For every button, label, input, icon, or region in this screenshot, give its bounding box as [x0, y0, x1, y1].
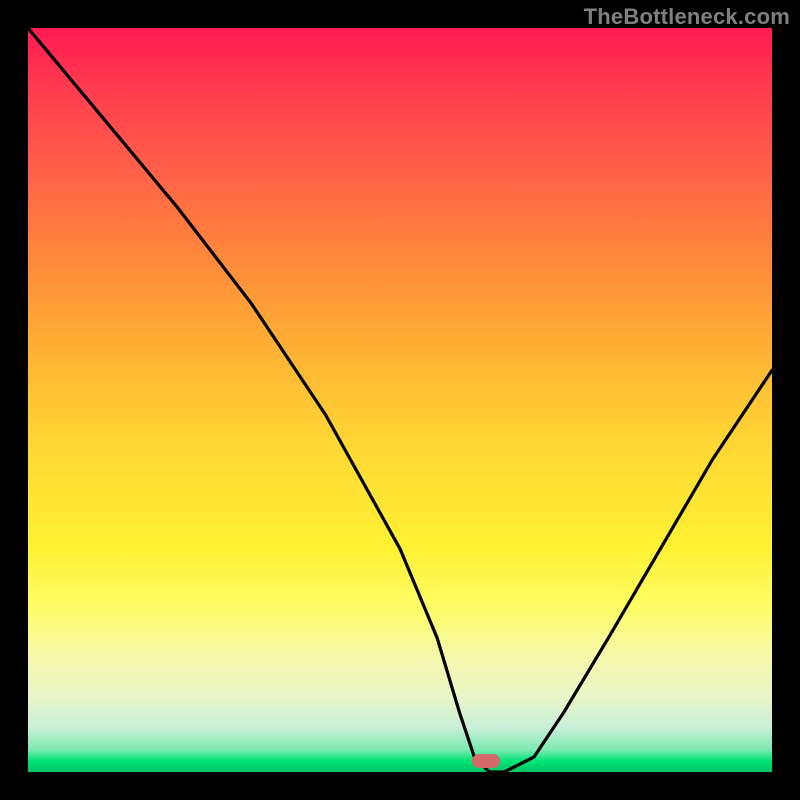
optimum-marker — [472, 754, 500, 768]
plot-area — [28, 28, 772, 772]
bottleneck-curve — [28, 28, 772, 772]
watermark-text: TheBottleneck.com — [584, 4, 790, 30]
